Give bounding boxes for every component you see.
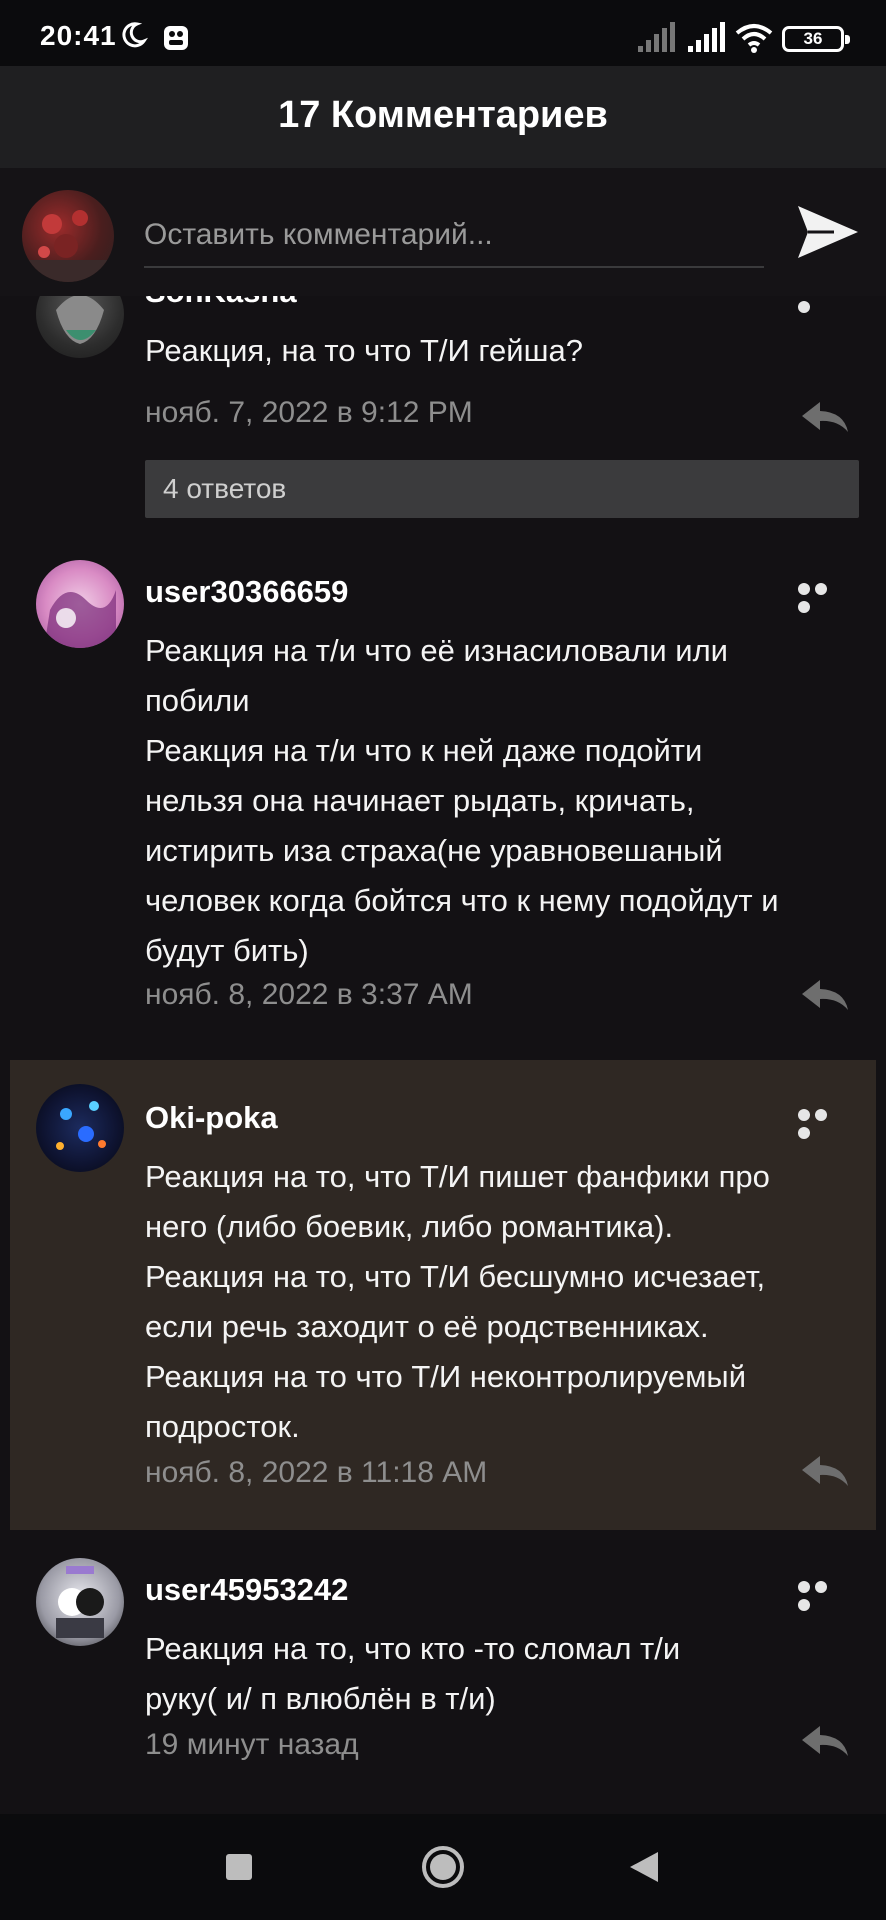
battery-icon: 36 bbox=[782, 26, 850, 52]
comment-text: Реакция, на то что Т/И гейша? bbox=[145, 333, 583, 368]
reply-icon[interactable] bbox=[800, 1724, 850, 1758]
avatar bbox=[36, 296, 124, 358]
back-icon[interactable] bbox=[628, 1850, 660, 1884]
system-navigation-bar bbox=[0, 1814, 886, 1920]
status-time: 20:41 bbox=[40, 20, 117, 51]
avatar bbox=[36, 560, 124, 648]
more-options-icon[interactable] bbox=[798, 296, 848, 313]
avatar bbox=[36, 1558, 124, 1646]
reply-icon[interactable] bbox=[800, 978, 850, 1012]
recent-apps-icon[interactable] bbox=[226, 1854, 252, 1880]
comment-date: нояб. 8, 2022 в 3:37 AM bbox=[145, 978, 473, 1011]
view-replies-button[interactable]: 4 ответов bbox=[145, 460, 859, 518]
comments-header: 17 Комментариев bbox=[0, 66, 886, 168]
comment-text: Реакция на то, что кто -то сломал т/и ру… bbox=[145, 1631, 681, 1716]
app-notification-icon bbox=[164, 26, 188, 50]
home-icon[interactable] bbox=[420, 1844, 466, 1890]
reply-icon[interactable] bbox=[800, 1454, 850, 1488]
more-options-icon[interactable] bbox=[798, 1108, 848, 1139]
comment-username[interactable]: Oki-poka bbox=[145, 1100, 278, 1136]
avatar bbox=[36, 1084, 124, 1172]
comment-item: SonKasha Реакция, на то что Т/И гейша? н… bbox=[0, 296, 886, 530]
comment-username[interactable]: user30366659 bbox=[145, 574, 348, 610]
moon-icon bbox=[122, 22, 148, 48]
comment-text: Реакция на то, что Т/И пишет фанфики про… bbox=[145, 1159, 770, 1444]
comment-item-highlighted: Oki-poka Реакция на то, что Т/И пишет фа… bbox=[10, 1060, 876, 1530]
more-options-icon[interactable] bbox=[798, 1580, 848, 1611]
comment-date: нояб. 7, 2022 в 9:12 PM bbox=[145, 396, 473, 429]
comment-item: user45953242 Реакция на то, что кто -то … bbox=[0, 1546, 886, 1806]
avatar bbox=[22, 190, 114, 282]
reply-icon[interactable] bbox=[800, 400, 850, 434]
comment-text: Реакция на т/и что её изнасиловали или п… bbox=[145, 633, 779, 968]
comment-username[interactable]: user45953242 bbox=[145, 1572, 348, 1608]
comment-date: нояб. 8, 2022 в 11:18 AM bbox=[145, 1456, 488, 1489]
page-title: 17 Комментариев bbox=[278, 94, 608, 136]
wifi-icon bbox=[735, 24, 773, 53]
comment-composer bbox=[0, 168, 886, 296]
replies-count-label: 4 ответов bbox=[163, 473, 287, 504]
comment-input[interactable] bbox=[144, 204, 764, 268]
comment-list[interactable]: SonKasha Реакция, на то что Т/И гейша? н… bbox=[0, 296, 886, 1814]
comment-date: 19 минут назад bbox=[145, 1728, 359, 1761]
comment-username[interactable]: SonKasha bbox=[145, 296, 297, 310]
comment-item: user30366659 Реакция на т/и что её изнас… bbox=[0, 554, 886, 1040]
send-icon[interactable] bbox=[794, 198, 862, 266]
signal-icon bbox=[688, 22, 725, 52]
signal-icon bbox=[638, 22, 675, 52]
more-options-icon[interactable] bbox=[798, 582, 848, 613]
status-bar: 20:41 36 bbox=[0, 0, 886, 66]
